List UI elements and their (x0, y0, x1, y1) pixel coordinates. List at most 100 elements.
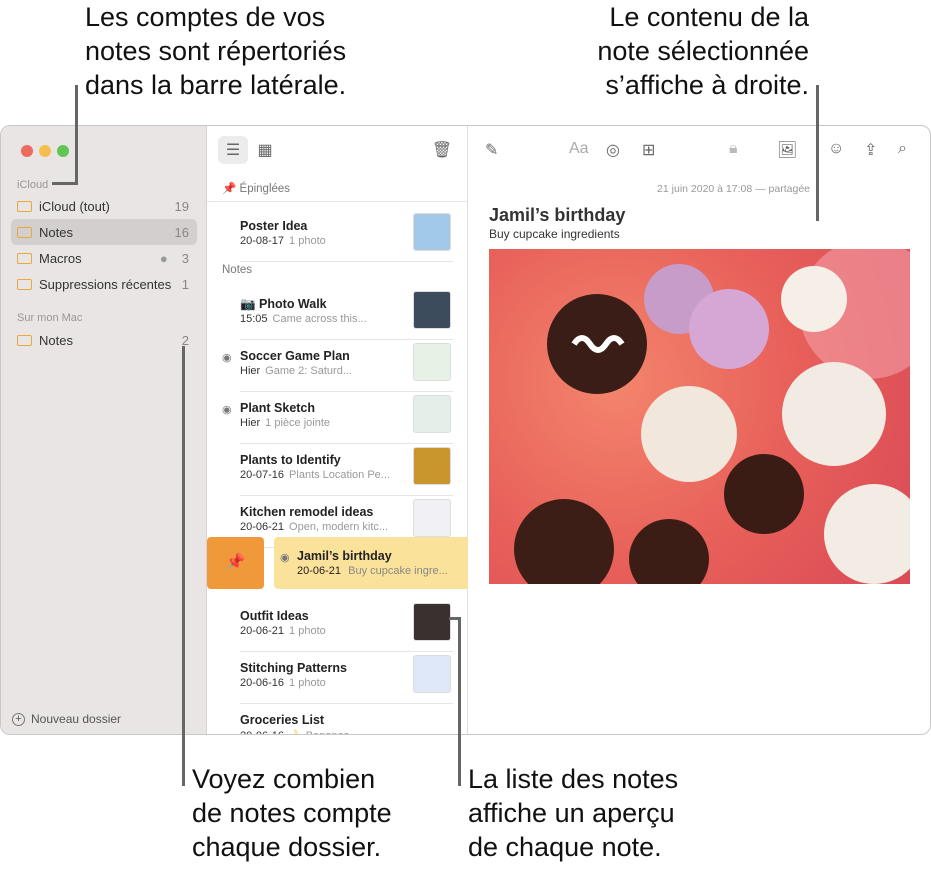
note-title-row: Soccer Game Plan (240, 349, 350, 363)
note-date: Hier (240, 417, 261, 429)
note-meta: 20-06-16 1 photo (240, 677, 326, 689)
note-row[interactable]: ◉ Plant Sketch Hier 1 pièce jointe (222, 395, 453, 453)
note-date: 20-06-21 (240, 625, 285, 637)
note-title: Kitchen remodel ideas (240, 505, 374, 519)
note-thumbnail (413, 291, 451, 329)
note-date: 20-08-17 (240, 235, 285, 247)
trash-icon: 🗑 (431, 142, 453, 159)
list-icon: ☰ (225, 142, 241, 159)
sidebar-folder[interactable]: Notes 16 (11, 219, 197, 245)
search-icon[interactable]: ⌕ (898, 140, 907, 158)
note-meta: 15:05 Came across this... (240, 313, 367, 325)
delete-button[interactable]: 🗑 (427, 136, 457, 164)
note-list: ☰ ▦ 🗑 📌 Épinglées Notes Poster Idea 20-0… (207, 126, 468, 734)
note-row[interactable]: 📷 Photo Walk 15:05 Came across this... (240, 291, 453, 349)
shared-icon: ◉ (222, 404, 232, 416)
folder-icon (17, 252, 32, 264)
minimize-button[interactable] (39, 145, 51, 157)
note-row[interactable]: Poster Idea 20-08-17 1 photo (240, 213, 453, 271)
note-preview: Came across this... (272, 313, 367, 325)
sidebar-folder[interactable]: Macros ● 3 (11, 245, 197, 271)
note-title-row: Groceries List (240, 713, 324, 727)
gallery-view-button[interactable]: ▦ (250, 136, 280, 164)
note-title: Groceries List (240, 713, 325, 727)
note-thumbnail (413, 395, 451, 433)
note-title-row: Plants to Identify (240, 453, 341, 467)
note-preview: 1 photo (289, 677, 326, 689)
share-icon[interactable]: ⇪ (864, 140, 877, 160)
note-title: Photo Walk (259, 297, 327, 311)
note-row[interactable]: Plants to Identify 20-07-16 Plants Locati… (240, 447, 453, 505)
note-title: Poster Idea (240, 219, 308, 233)
folder-count: 16 (174, 224, 189, 240)
note-title-row: Outfit Ideas (240, 609, 309, 623)
note-meta: 20-06-21 1 photo (240, 625, 326, 637)
sidebar-folder[interactable]: Suppressions récentes 1 (11, 271, 197, 297)
list-view-button[interactable]: ☰ (218, 136, 248, 164)
media-icon[interactable]: 🖼︎ (777, 140, 797, 160)
callout-content: Le contenu de la note sélectionnée s’aff… (597, 0, 809, 102)
folder-count: 19 (174, 198, 189, 214)
note-body[interactable]: Buy cupcake ingredients (489, 227, 620, 241)
note-preview: 1 photo (289, 235, 326, 247)
lock-icon[interactable]: 🔒︎ (729, 140, 738, 158)
zoom-button[interactable] (57, 145, 69, 157)
cupcake-photo[interactable] (489, 249, 910, 584)
folder-name: Macros (39, 250, 82, 266)
note-thumbnail (413, 499, 451, 537)
pinned-header: 📌 Épinglées (222, 181, 290, 195)
callout-line: de notes compte (192, 798, 392, 828)
sidebar-folder[interactable]: Notes 2 (11, 327, 197, 353)
note-row[interactable]: Stitching Patterns 20-06-16 1 photo (240, 655, 453, 713)
note-preview: Open, modern kitc... (289, 521, 389, 533)
format-button[interactable]: Aa (569, 140, 589, 158)
note-meta: 20-06-21 Buy cupcake ingre... (297, 565, 448, 577)
note-date: 20-07-16 (240, 469, 285, 481)
note-editor: ✎ Aa ◎ ⊞ 🔒︎ 🖼︎ ☺ ⇪ ⌕ 21 juin 2020 à 17:0… (468, 126, 930, 734)
note-preview: Plants Location Pe... (289, 469, 390, 481)
table-icon[interactable]: ⊞ (642, 140, 655, 160)
note-date: 20-06-16 (240, 730, 284, 734)
callout-line: note sélectionnée (597, 36, 809, 66)
note-title: Soccer Game Plan (240, 349, 350, 363)
pin-icon: 📌 (225, 554, 246, 571)
note-date: 20-06-16 (240, 677, 285, 689)
note-preview: 🍌 Bananas (289, 730, 349, 734)
new-folder-button[interactable]: + Nouveau dossier (12, 712, 121, 726)
checklist-icon[interactable]: ◎ (606, 140, 620, 160)
note-title[interactable]: Jamil’s birthday (489, 205, 625, 226)
note-preview: 1 photo (289, 625, 326, 637)
pin-icon: 📌 (222, 183, 237, 195)
callout-line: Le contenu de la (609, 2, 809, 32)
note-row-selected[interactable]: ◉ Jamil’s birthday 20-06-21 Buy cupcake … (274, 537, 468, 589)
note-title: Outfit Ideas (240, 609, 309, 623)
callout-line: Les comptes de vos (85, 2, 326, 32)
note-thumbnail (413, 343, 451, 381)
folder-name: Notes (39, 224, 73, 240)
callout-line: s’affiche à droite. (605, 70, 809, 100)
note-preview: Buy cupcake ingre... (348, 565, 448, 577)
collaborate-icon[interactable]: ☺ (828, 140, 844, 158)
folder-icon (17, 226, 32, 238)
folder-icon (17, 278, 32, 290)
close-button[interactable] (21, 145, 33, 157)
grid-icon: ▦ (257, 142, 273, 159)
new-folder-label: Nouveau dossier (31, 712, 122, 726)
notes-window: iCloud iCloud (tout) 19 Notes 16 Macros … (0, 125, 931, 735)
note-row[interactable]: ◉ Soccer Game Plan Hier Game 2: Saturd... (222, 343, 453, 401)
folder-count: 3 (181, 250, 189, 266)
sidebar-folder[interactable]: iCloud (tout) 19 (11, 193, 197, 219)
callout-line: Voyez combien (192, 764, 376, 794)
note-meta: 20-06-21 Open, modern kitc... (240, 521, 388, 533)
note-timestamp: 21 juin 2020 à 17:08 — partagée (657, 183, 810, 195)
note-title: Jamil’s birthday (297, 549, 392, 563)
pin-swipe-button[interactable]: 📌 (207, 537, 264, 589)
note-row[interactable]: Groceries List 20-06-16 🍌 Bananas (240, 713, 453, 734)
note-title-row: Kitchen remodel ideas (240, 505, 373, 519)
compose-icon[interactable]: ✎ (485, 140, 498, 160)
note-row[interactable]: Outfit Ideas 20-06-21 1 photo (240, 603, 453, 661)
folder-name: iCloud (tout) (39, 198, 110, 214)
note-meta: Hier 1 pièce jointe (240, 417, 330, 429)
note-title: Plant Sketch (240, 401, 316, 415)
callout-line: chaque dossier. (192, 832, 382, 862)
